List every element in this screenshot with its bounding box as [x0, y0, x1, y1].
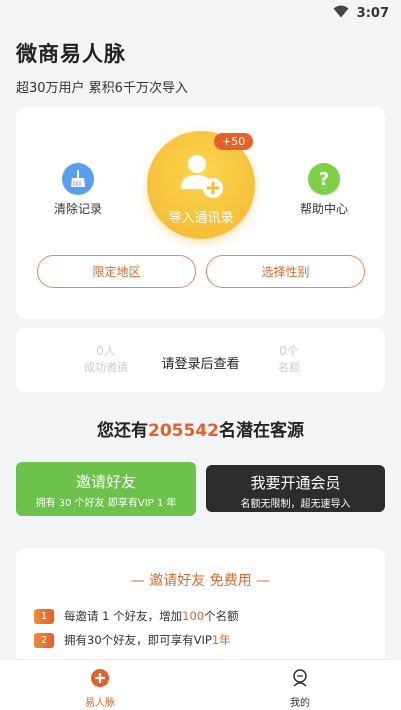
invite-friends-button[interactable]: 邀请好友 拥有 30 个好友 即享有VIP 1 年 [16, 462, 196, 516]
import-card: 清除记录 导入通讯录 +50 ? 帮助中心 限定地区 选择性别 [16, 107, 385, 319]
tab-home-label: 易人脉 [85, 698, 115, 709]
open-vip-sublabel: 名额无限制，超无速导入 [240, 499, 351, 510]
clear-records-label: 清除记录 [53, 202, 102, 216]
help-center-button[interactable]: ? 帮助中心 [284, 163, 364, 217]
add-person-icon [181, 155, 223, 198]
invite-rule-item: 2 拥有30个好友，即可享有VIP 1年 [34, 632, 231, 648]
invite-rules-card: — 邀请好友 免费用 — 1 每邀请 1 个好友，增加 100 个名额 2 拥有30… [16, 548, 385, 668]
status-time: 3:07 [356, 5, 389, 21]
potential-count: 205542 [148, 421, 219, 441]
import-bonus-badge: +50 [214, 133, 254, 150]
wifi-icon [333, 5, 349, 22]
bottom-tab-bar: 易人脉 我的 [0, 659, 401, 710]
invite-friends-sublabel: 拥有 30 个好友 即享有VIP 1 年 [35, 498, 177, 509]
import-contacts-label: 导入通讯录 [168, 211, 234, 226]
page-subtitle: 超30万用户 累积6千万次导入 [16, 81, 188, 96]
page-header: 微商易人脉 超30万用户 累积6千万次导入 [16, 38, 188, 96]
page-title: 微商易人脉 [16, 42, 126, 66]
limit-region-button[interactable]: 限定地区 [37, 255, 196, 288]
select-gender-button[interactable]: 选择性别 [206, 255, 365, 288]
login-prompt-card[interactable]: 0人 成功邀请 0个 名额 请登录后查看 [16, 328, 385, 392]
invite-rule-item: 1 每邀请 1 个好友，增加 100 个名额 [34, 608, 239, 624]
user-profile-icon [293, 669, 307, 687]
clear-records-button[interactable]: 清除记录 [38, 163, 118, 217]
broom-icon [62, 163, 94, 195]
potential-customers-text: 您还有205542名潜在客源 [97, 421, 304, 441]
login-prompt-text: 请登录后查看 [161, 357, 240, 372]
open-vip-button[interactable]: 我要开通会员 名额无限制，超无速导入 [206, 465, 385, 512]
invite-rules-title: — 邀请好友 免费用 — [130, 573, 271, 589]
tab-home[interactable]: 易人脉 [60, 668, 140, 709]
open-vip-label: 我要开通会员 [250, 474, 341, 492]
help-center-label: 帮助中心 [299, 202, 348, 216]
plus-circle-icon [91, 669, 109, 687]
question-icon: ? [308, 163, 340, 195]
invite-friends-label: 邀请好友 [75, 473, 136, 491]
tab-mine-label: 我的 [290, 698, 310, 709]
status-bar: 3:07 [0, 0, 401, 26]
tab-mine[interactable]: 我的 [260, 668, 340, 709]
